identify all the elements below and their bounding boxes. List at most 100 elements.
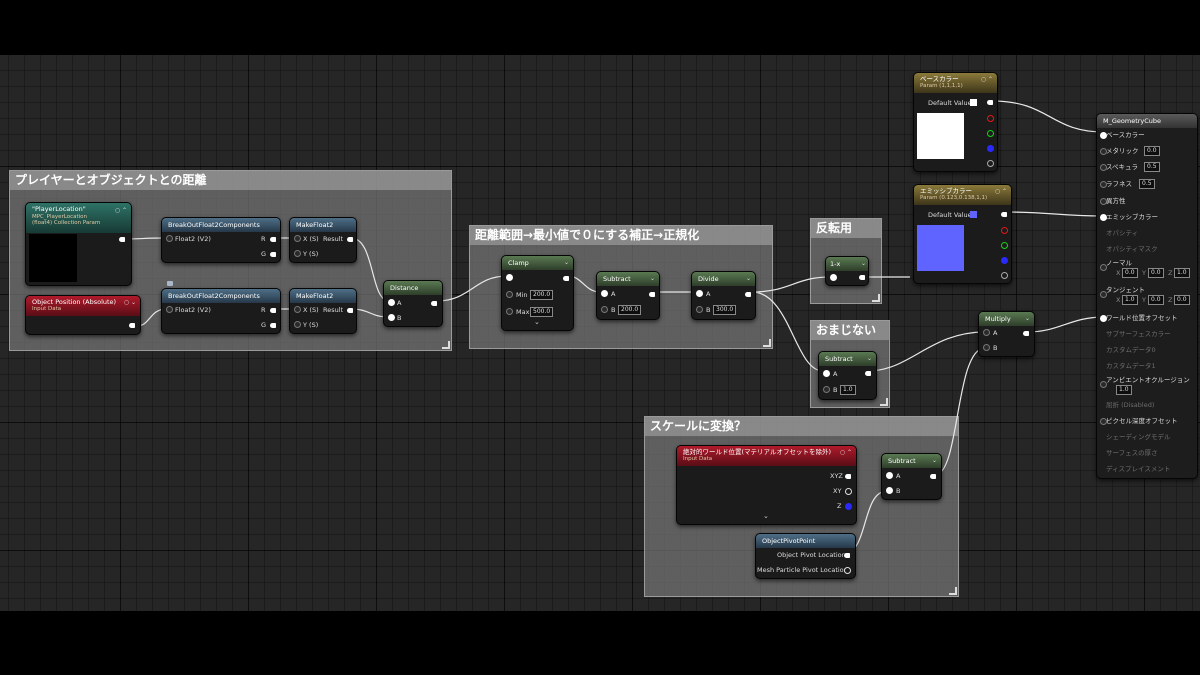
output-pin-a[interactable] [987,160,994,167]
normal-y-field[interactable]: 0.0 [1148,268,1164,278]
normal-z-field[interactable]: 1.0 [1174,268,1190,278]
output-pin[interactable] [649,292,655,297]
collapse-icon[interactable]: ○ ⌃ [981,76,993,84]
collapse-icon[interactable]: ⌄ [746,275,751,282]
collapse-icon[interactable]: ⌄ [1025,315,1030,322]
output-pin[interactable] [347,308,353,313]
output-pin[interactable] [1001,212,1007,217]
output-pin-g[interactable] [987,130,994,137]
input-pin[interactable] [601,306,608,313]
output-pin-a[interactable] [1001,272,1008,279]
input-pin[interactable] [506,291,513,298]
min-value-field[interactable]: 200.0 [530,290,554,300]
input-pin[interactable] [294,235,301,242]
default-value-swatch[interactable] [970,211,977,218]
output-pin[interactable] [845,474,851,479]
input-pin[interactable] [823,386,830,393]
material-graph-canvas[interactable]: プレイヤーとオブジェクトとの距離 距離範囲→最小値で０にする補正→正規化 反転用… [0,55,1200,611]
expand-chevron-icon[interactable]: ⌄ [534,318,540,326]
output-pin[interactable] [563,276,569,281]
object-pivot-point-node[interactable]: ObjectPivotPoint Object Pivot Location M… [755,533,856,579]
output-pin[interactable] [270,252,276,257]
output-pin[interactable] [431,301,437,306]
input-pin[interactable] [830,274,837,281]
collapse-icon[interactable]: ○ ⌃ [840,449,852,457]
input-pin[interactable] [506,274,513,281]
output-pin-r[interactable] [1001,227,1008,234]
output-pin[interactable] [745,292,751,297]
output-pin[interactable] [270,308,276,313]
subtract-node[interactable]: Subtract ⌄ A B 1.0 [818,351,877,400]
collapse-icon[interactable]: ⌄ [564,259,569,266]
absolute-world-position-node[interactable]: 絶対的ワールド位置(マテリアルオフセットを除外) Input Data ○ ⌃ … [676,445,857,525]
output-pin[interactable] [930,474,936,479]
input-pin[interactable] [696,290,703,297]
distance-node[interactable]: Distance A B [383,280,443,327]
output-pin[interactable] [1023,331,1029,336]
input-pin[interactable] [983,344,990,351]
output-pin[interactable] [844,553,850,558]
input-pin[interactable] [166,306,173,313]
collapse-icon[interactable]: ⌄ [867,355,872,362]
tangent-y-field[interactable]: 0.0 [1148,295,1164,305]
ao-value-field[interactable]: 1.0 [1116,385,1132,395]
input-pin[interactable] [294,321,301,328]
collapse-icon[interactable]: ○ ⌃ [115,206,127,215]
output-pin[interactable] [987,100,993,105]
input-pin[interactable] [166,235,173,242]
default-value-swatch[interactable] [970,99,977,106]
material-result-node[interactable]: M_GeometryCube ベースカラー メタリック 0.0 スペキュラ 0.… [1096,113,1198,479]
output-pin-b[interactable] [987,145,994,152]
b-value-field[interactable]: 300.0 [713,305,737,315]
output-pin-g[interactable] [1001,242,1008,249]
subtract-node[interactable]: Subtract ⌄ A B 200.0 [596,271,660,320]
collapse-icon[interactable]: ⌄ [650,275,655,282]
collapse-icon[interactable]: ○ ⌄ [124,299,136,307]
input-pin[interactable] [388,314,395,321]
input-pin[interactable] [886,487,893,494]
tangent-x-field[interactable]: 1.0 [1122,295,1138,305]
input-pin[interactable] [696,306,703,313]
output-pin[interactable] [270,323,276,328]
subtract-node[interactable]: Subtract ⌄ A B [881,453,942,500]
output-pin[interactable] [845,503,852,510]
output-pin[interactable] [865,371,871,376]
b-value-field[interactable]: 1.0 [840,385,856,395]
output-pin[interactable] [129,323,135,328]
output-pin[interactable] [347,237,353,242]
make-float2-node[interactable]: MakeFloat2 X (S) Y (S) Result [289,288,357,334]
one-minus-node[interactable]: 1-x ⌄ [825,256,869,286]
output-pin[interactable] [119,237,125,242]
node-comment-bubble-icon[interactable] [167,281,173,286]
normal-x-field[interactable]: 0.0 [1122,268,1138,278]
input-pin[interactable] [388,299,395,306]
player-location-node[interactable]: "PlayerLocation" MPC_PlayerLocation (flo… [25,202,132,286]
b-value-field[interactable]: 200.0 [618,305,642,315]
output-pin[interactable] [844,567,851,574]
specular-value-field[interactable]: 0.5 [1144,162,1160,172]
output-pin[interactable] [270,237,276,242]
roughness-value-field[interactable]: 0.5 [1139,179,1155,189]
output-pin[interactable] [859,275,865,280]
base-color-param-node[interactable]: ベースカラー Param (1,1,1,1) ○ ⌃ Default Value [913,72,998,172]
make-float2-node[interactable]: MakeFloat2 X (S) Y (S) Result [289,217,357,263]
breakout-float2-node[interactable]: BreakOutFloat2Components Float2 (V2) R G [161,217,281,263]
input-pin[interactable] [886,472,893,479]
multiply-node[interactable]: Multiply ⌄ A B [978,311,1035,357]
max-value-field[interactable]: 500.0 [530,307,554,317]
tangent-z-field[interactable]: 0.0 [1174,295,1190,305]
object-position-node[interactable]: Object Position (Absolute) Input Data ○ … [25,295,141,335]
collapse-icon[interactable]: ○ ⌃ [995,188,1007,196]
emissive-color-param-node[interactable]: エミッシブカラー Param (0.123,0.138,1,1) ○ ⌃ Def… [913,184,1012,284]
output-pin[interactable] [845,488,852,495]
breakout-float2-node[interactable]: BreakOutFloat2Components Float2 (V2) R G [161,288,281,334]
clamp-node[interactable]: Clamp ⌄ Min 200.0 Max 500.0 ⌄ [501,255,574,331]
expand-chevron-icon[interactable]: ⌄ [763,512,769,520]
input-pin[interactable] [983,329,990,336]
input-pin[interactable] [506,308,513,315]
output-pin-b[interactable] [1001,257,1008,264]
input-pin[interactable] [294,250,301,257]
input-pin[interactable] [601,290,608,297]
collapse-icon[interactable]: ⌄ [861,260,866,267]
divide-node[interactable]: Divide ⌄ A B 300.0 [691,271,756,320]
